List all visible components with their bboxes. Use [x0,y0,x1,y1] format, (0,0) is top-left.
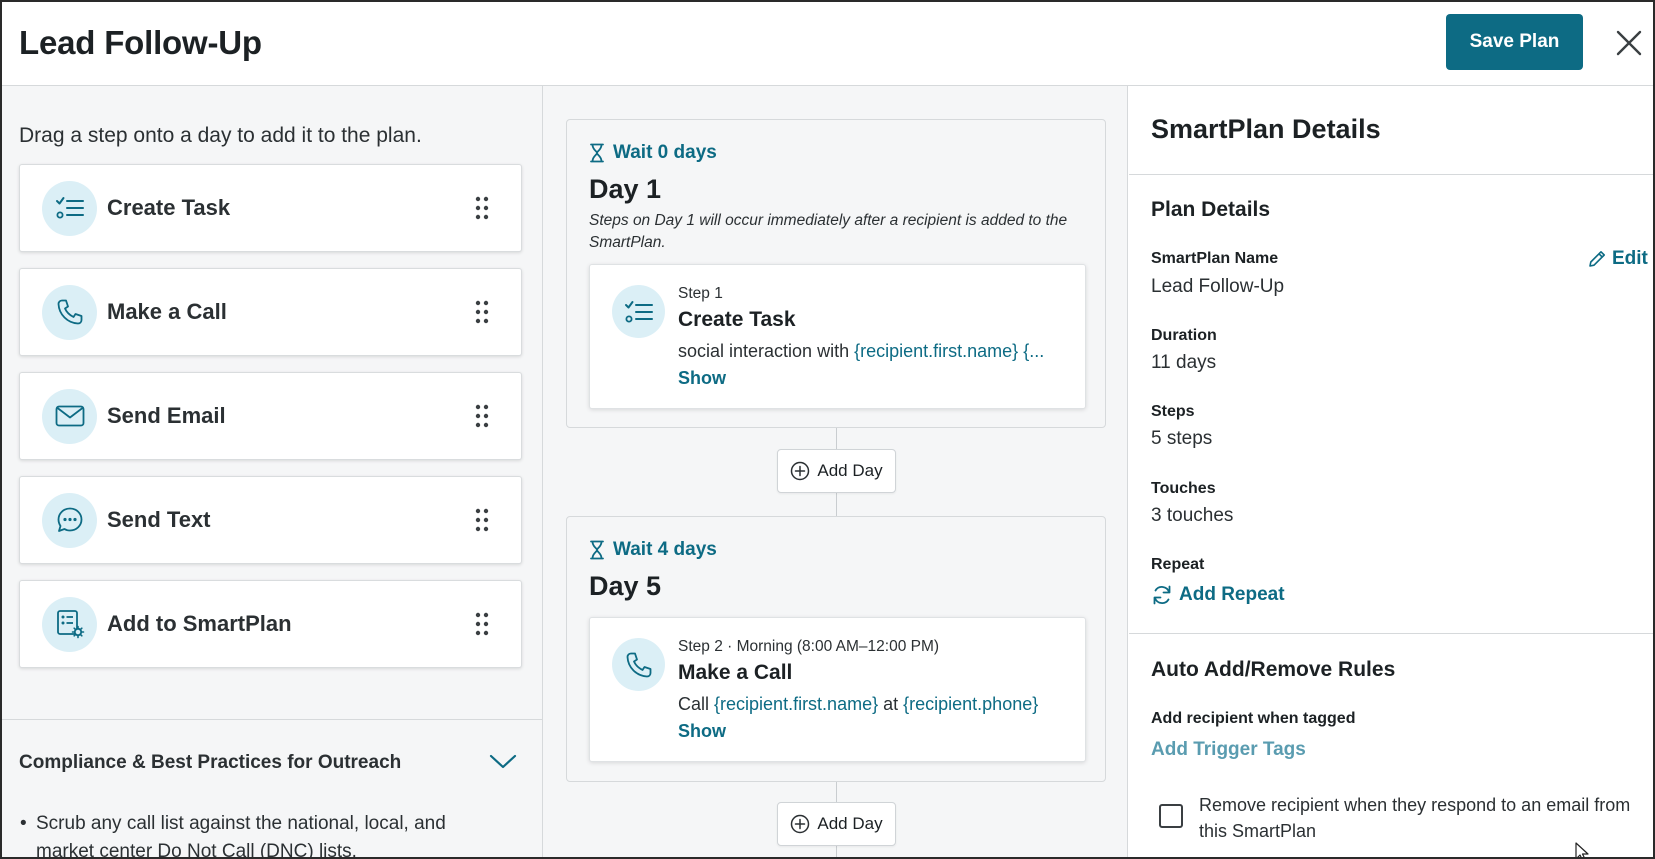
hourglass-icon [590,540,604,560]
day-card[interactable]: Wait 4 days Day 5 Step 2 · Morning (8:00… [566,516,1106,782]
step-title: Make a Call [678,661,793,684]
hourglass-icon [590,143,604,163]
plus-circle-icon [791,461,810,481]
divider [1129,174,1653,175]
pencil-icon [1589,251,1605,267]
header: Lead Follow-Up Save Plan [2,2,1653,86]
chat-bubble-icon [42,492,97,548]
show-link[interactable]: Show [678,721,726,742]
palette-item-send-text[interactable]: Send Text [19,476,522,564]
smartplan-name-label: SmartPlan Name [1151,250,1279,267]
drag-handle-icon[interactable] [467,292,497,332]
plan-step-card[interactable]: Step 2 · Morning (8:00 AM–12:00 PM) Make… [589,617,1086,762]
touches-value: 3 touches [1151,505,1234,526]
palette-item-label: Send Text [107,507,211,532]
palette-item-create-task[interactable]: Create Task [19,164,522,252]
remove-on-reply-checkbox[interactable] [1159,804,1183,828]
palette-item-label: Add to SmartPlan [107,611,292,636]
save-plan-button[interactable]: Save Plan [1446,14,1583,70]
truncated-var: {... [1018,341,1045,361]
chevron-down-icon[interactable] [489,754,517,774]
smartplan-name-value: Lead Follow-Up [1151,276,1285,297]
drag-handle-icon[interactable] [467,188,497,228]
smartplan-editor-window: Lead Follow-Up Save Plan Drag a step ont… [0,0,1655,859]
wait-text: Wait 0 days [613,142,717,163]
task-list-icon [612,285,665,338]
repeat-label: Repeat [1151,556,1205,573]
recipient-first-name-var: {recipient.first.name} [714,694,879,714]
edit-label: Edit [1612,248,1648,269]
step-meta: Step 2 · Morning (8:00 AM–12:00 PM) [678,638,940,655]
palette-item-add-to-smartplan[interactable]: Add to SmartPlan [19,580,522,668]
phone-icon [612,638,665,691]
step-title: Create Task [678,308,796,331]
refresh-icon [1153,585,1171,605]
duration-label: Duration [1151,327,1217,344]
recipient-first-name-var: {recipient.first.name} [854,341,1019,361]
recipient-phone-var: {recipient.phone} [903,694,1039,714]
palette-item-label: Make a Call [107,299,227,324]
wait-text: Wait 4 days [613,539,717,560]
duration-value: 11 days [1151,352,1217,373]
plus-circle-icon [791,814,810,834]
remove-on-reply-label: Remove recipient when they respond to an… [1199,795,1631,841]
day-title: Day 1 [589,174,662,204]
compliance-bullet: Scrub any call list against the national… [20,810,506,857]
plan-step-card[interactable]: Step 1 Create Task social interaction wi… [589,264,1086,409]
step-body-text: social interaction with [678,341,855,361]
phone-icon [42,284,97,340]
compliance-title: Compliance & Best Practices for Outreach [19,752,402,773]
plan-details-heading: Plan Details [1151,198,1271,221]
drag-handle-icon[interactable] [467,396,497,436]
close-icon [1616,30,1642,56]
step-meta: Step 1 [678,285,723,302]
day-card[interactable]: Wait 0 days Day 1 Steps on Day 1 will oc… [566,119,1106,428]
add-day-label: Add Day [817,461,883,480]
steps-value: 5 steps [1151,428,1213,449]
divider [1129,633,1653,634]
add-when-tagged-label: Add recipient when tagged [1151,710,1356,727]
add-repeat-label: Add Repeat [1179,584,1285,605]
add-day-button[interactable]: Add Day [777,449,896,493]
drag-handle-icon[interactable] [467,604,497,644]
plan-timeline: Wait 0 days Day 1 Steps on Day 1 will oc… [543,86,1128,857]
palette-hint: Drag a step onto a day to add it to the … [19,124,422,147]
step-body: social interaction with {recipient.first… [678,341,1078,362]
step-palette: Drag a step onto a day to add it to the … [2,86,543,857]
step-body: Call {recipient.first.name} at {recipien… [678,694,1078,715]
palette-item-label: Send Email [107,403,226,428]
steps-label: Steps [1151,403,1195,420]
auto-rules-heading: Auto Add/Remove Rules [1151,658,1396,681]
palette-item-label: Create Task [107,195,231,220]
add-trigger-tags-link[interactable]: Add Trigger Tags [1151,739,1306,761]
wait-label[interactable]: Wait 0 days [589,142,717,164]
envelope-icon [42,388,97,444]
day-title: Day 5 [589,571,662,601]
details-title: SmartPlan Details [1151,114,1381,144]
add-day-button[interactable]: Add Day [777,802,896,846]
page-title: Lead Follow-Up [19,24,262,61]
show-link[interactable]: Show [678,368,726,389]
add-repeat-button[interactable]: Add Repeat [1151,584,1285,606]
step-body-text: Call [678,694,715,714]
touches-label: Touches [1151,480,1216,497]
mouse-cursor-icon [1575,842,1591,857]
drag-handle-icon[interactable] [467,500,497,540]
add-day-label: Add Day [817,814,883,833]
smartplan-details-panel: SmartPlan Details Plan Details Edit Smar… [1129,86,1653,857]
palette-item-make-call[interactable]: Make a Call [19,268,522,356]
compliance-section: Compliance & Best Practices for Outreach… [2,719,542,857]
edit-button[interactable]: Edit [1587,248,1648,270]
task-list-icon [42,180,97,236]
day-note: Steps on Day 1 will occur immediately af… [589,212,1068,251]
smartplan-gear-icon [42,596,97,652]
wait-label[interactable]: Wait 4 days [589,539,717,561]
step-body-text: at [878,694,904,714]
close-button[interactable] [1612,26,1646,60]
palette-item-send-email[interactable]: Send Email [19,372,522,460]
